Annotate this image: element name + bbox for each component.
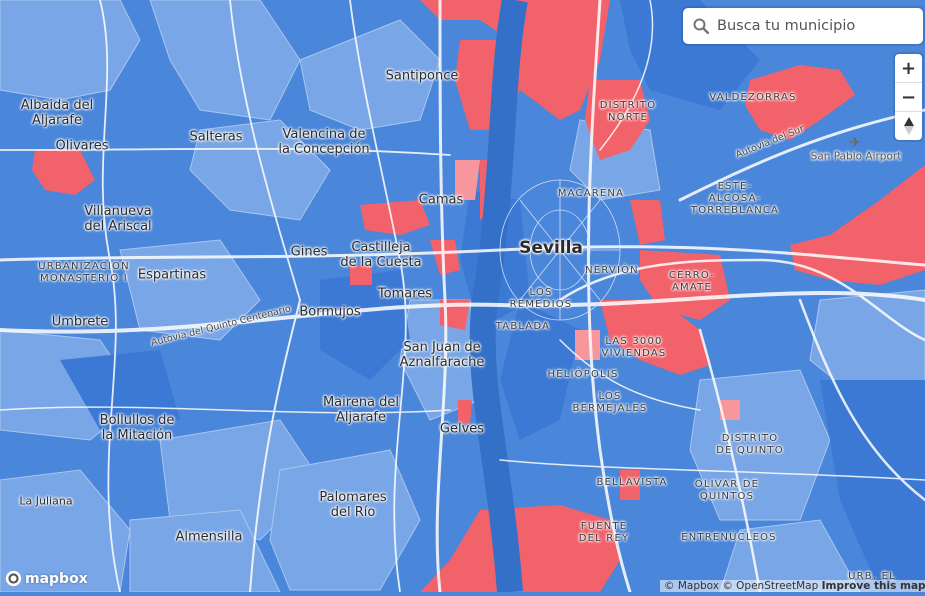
label-los-remedios: LOS REMEDIOS: [509, 287, 573, 310]
map-canvas[interactable]: ✈: [0, 0, 925, 594]
label-las-3000: LAS 3000 VIVIENDAS: [601, 336, 667, 359]
improve-map-link[interactable]: Improve this map: [822, 580, 925, 592]
label-santiponce: Santiponce: [385, 68, 459, 84]
search-icon: [691, 16, 711, 36]
label-olivar: OLIVAR DE QUINTOS: [694, 479, 760, 502]
geocoder-search-box[interactable]: [683, 8, 923, 44]
label-umbrete: Umbrete: [51, 314, 109, 330]
mapbox-logo-text: mapbox: [25, 570, 88, 587]
attribution: © Mapbox © OpenStreetMap Improve this ma…: [660, 580, 925, 592]
label-cerro-amate: CERRO- AMATE: [668, 270, 716, 293]
zoom-in-button[interactable]: +: [895, 54, 922, 83]
label-palomares: Palomares del Río: [319, 490, 387, 520]
label-mairena: Mairena del Aljarafe: [322, 395, 400, 425]
compass-icon: [903, 117, 914, 135]
label-bormujos: Bormujos: [299, 304, 361, 320]
label-nervion: NERVIÓN: [585, 265, 639, 276]
label-almensilla: Almensilla: [175, 529, 243, 545]
attribution-mapbox-link[interactable]: © Mapbox: [664, 580, 719, 592]
label-entrenucleos: ENTRENÚCLEOS: [681, 532, 777, 543]
label-gines: Gines: [290, 244, 328, 260]
label-este: ESTE- ALCOSA- TORREBLANCA: [690, 181, 780, 216]
label-distrito-norte: DISTRITO NORTE: [599, 100, 657, 123]
label-los-bermejales: LOS BERMEJALES: [572, 391, 648, 414]
label-tomares: Tomares: [377, 286, 433, 302]
label-distrito-quinto: DISTRITO DE QUINTO: [716, 433, 784, 456]
search-input[interactable]: [717, 18, 913, 34]
label-urbanizacion: URBANIZACIÓN MONASTERIO I: [38, 261, 130, 284]
compass-button[interactable]: [895, 112, 922, 140]
label-salteras: Salteras: [189, 129, 243, 145]
label-san-juan: San Juan de Aznalfarache: [399, 340, 485, 370]
label-la-juliana: La Juliana: [19, 494, 73, 508]
navigation-control: + −: [895, 54, 922, 140]
label-macarena: MACARENA: [557, 188, 625, 199]
label-fuente-del-rey: FUENTE DEL REY: [578, 521, 630, 544]
label-sevilla: Sevilla: [519, 238, 583, 258]
label-camas: Camas: [418, 192, 464, 208]
label-heliopolis: HELIÓPOLIS: [547, 369, 619, 380]
label-bollullos: Bollullos de la Mitación: [99, 413, 175, 443]
zoom-out-button[interactable]: −: [895, 83, 922, 112]
label-castilleja: Castilleja de la Cuesta: [340, 240, 422, 270]
label-bellavista: BELLAVISTA: [596, 477, 668, 488]
map-choropleth: ✈: [0, 0, 925, 594]
label-valencina: Valencina de la Concepción: [278, 127, 370, 157]
label-olivares: Olivares: [55, 138, 109, 154]
label-tablada: TABLADA: [495, 321, 551, 332]
mapbox-logo-icon: [5, 570, 22, 587]
label-espartinas: Espartinas: [137, 267, 207, 283]
mapbox-logo[interactable]: mapbox: [5, 570, 88, 587]
label-gelves: Gelves: [439, 421, 485, 437]
label-villanueva: Villanueva del Ariscal: [84, 204, 152, 234]
attribution-osm-link[interactable]: © OpenStreetMap: [722, 580, 818, 592]
label-airport: San Pablo Airport: [810, 150, 902, 163]
label-valdezorras: VALDEZORRAS: [709, 92, 797, 103]
label-albaida: Albaida del Aljarafe: [20, 98, 94, 128]
